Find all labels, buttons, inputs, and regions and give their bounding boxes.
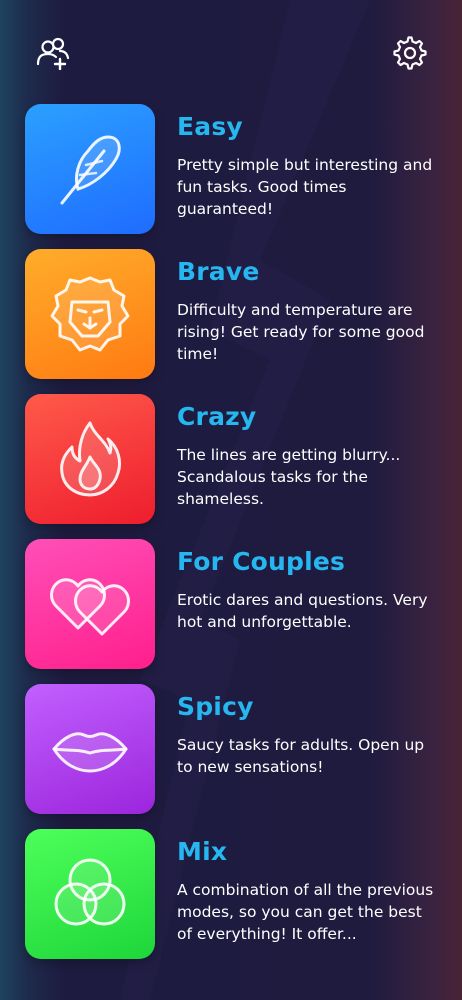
mode-tile[interactable] — [25, 829, 155, 959]
mode-description: The lines are getting blurry... Scandalo… — [177, 446, 401, 508]
mode-card-for-couples[interactable]: For Couples Erotic dares and questions. … — [25, 539, 445, 670]
lips-icon — [52, 732, 128, 773]
mode-tile[interactable] — [25, 249, 155, 379]
user-plus-icon — [36, 37, 70, 70]
mode-tile[interactable] — [25, 539, 155, 669]
mode-title: For Couples — [177, 547, 346, 576]
mode-description: Pretty simple but interesting and fun ta… — [177, 156, 433, 218]
fire-icon — [60, 421, 122, 497]
top-bar — [0, 0, 462, 100]
mode-card-easy[interactable]: Easy Pretty simple but interesting and f… — [25, 104, 445, 235]
feather-icon — [60, 135, 121, 205]
mode-tile[interactable] — [25, 394, 155, 524]
lion-icon — [50, 276, 130, 352]
hearts-icon — [50, 578, 130, 636]
mode-description: Difficulty and temperature are rising! G… — [177, 301, 425, 363]
add-friends-button[interactable] — [36, 36, 70, 70]
circles-icon — [54, 858, 126, 926]
mode-list: Easy Pretty simple but interesting and f… — [25, 104, 445, 974]
mode-description: A combination of all the previous modes,… — [177, 881, 434, 943]
mode-card-spicy[interactable]: Spicy Saucy tasks for adults. Open up to… — [25, 684, 445, 815]
mode-description: Erotic dares and questions. Very hot and… — [177, 591, 428, 631]
gear-icon — [393, 36, 427, 70]
mode-title: Spicy — [177, 692, 254, 721]
mode-title: Crazy — [177, 402, 257, 431]
mode-card-brave[interactable]: Brave Difficulty and temperature are ris… — [25, 249, 445, 380]
mode-title: Easy — [177, 112, 243, 141]
mode-tile[interactable] — [25, 684, 155, 814]
mode-title: Mix — [177, 837, 228, 866]
mode-title: Brave — [177, 257, 260, 286]
settings-button[interactable] — [393, 36, 427, 70]
mode-card-crazy[interactable]: Crazy The lines are getting blurry... Sc… — [25, 394, 445, 525]
mode-tile[interactable] — [25, 104, 155, 234]
mode-description: Saucy tasks for adults. Open up to new s… — [177, 736, 425, 776]
mode-card-mix[interactable]: Mix A combination of all the previous mo… — [25, 829, 445, 960]
